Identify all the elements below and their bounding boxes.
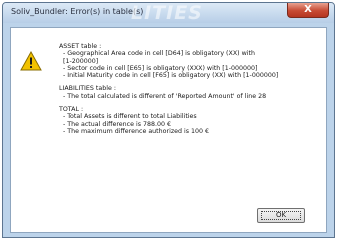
dialog-content: ASSET table : - Geographical Area code i…: [10, 27, 327, 233]
error-dialog-window: Soliv_Bundler: Error(s) in table(s) LITI…: [2, 2, 335, 238]
asset-error-1: - Geographical Area code in cell [D64] i…: [63, 50, 255, 58]
window-title: Soliv_Bundler: Error(s) in table(s): [11, 7, 144, 16]
asset-error-1-range: [1-200000]: [63, 57, 99, 65]
warning-icon: [20, 51, 42, 71]
total-heading: TOTAL :: [59, 106, 84, 114]
asset-error-3: - Initial Maturity code in cell [F65] is…: [63, 72, 279, 80]
close-icon: X: [304, 4, 312, 15]
ok-button[interactable]: OK: [257, 208, 305, 223]
total-error-2: - The actual difference is 788.00 €: [63, 120, 172, 128]
liabilities-heading: LIABILITIES table :: [59, 85, 116, 93]
liabilities-error-1: - The total calculated is different of '…: [63, 92, 267, 100]
asset-error-2: - Sector code in cell [E65] is obligator…: [63, 64, 258, 72]
asset-heading: ASSET table :: [59, 43, 102, 50]
title-bar[interactable]: Soliv_Bundler: Error(s) in table(s) LITI…: [3, 3, 334, 24]
close-button[interactable]: X: [287, 3, 329, 18]
total-error-3: - The maximum difference authorized is 1…: [63, 127, 210, 135]
focus-ring: [261, 211, 301, 220]
error-message: ASSET table : - Geographical Area code i…: [59, 43, 324, 135]
total-error-1: - Total Assets is different to total Lia…: [63, 113, 197, 121]
